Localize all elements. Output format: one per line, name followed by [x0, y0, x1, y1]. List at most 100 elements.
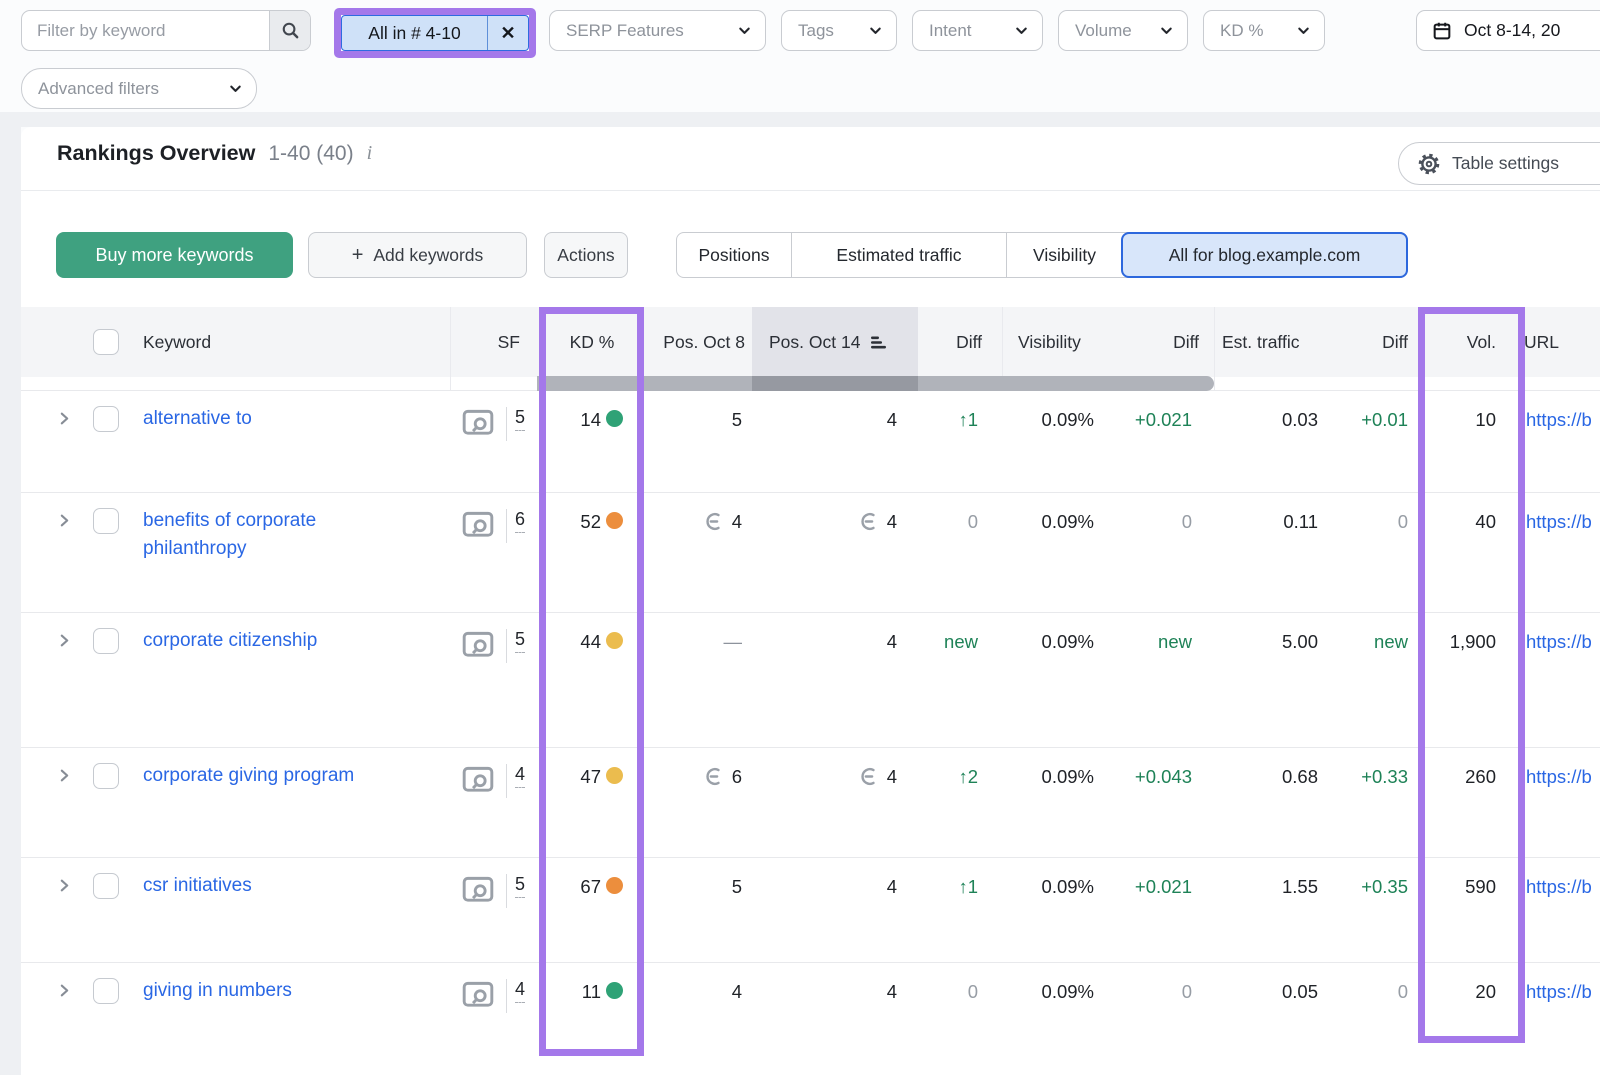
gear-icon	[1417, 152, 1441, 176]
expand-row-icon[interactable]	[57, 768, 72, 788]
keyword-link[interactable]: csr initiatives	[143, 872, 403, 900]
tab-visibility[interactable]: Visibility	[1006, 233, 1122, 277]
add-keywords-button[interactable]: + Add keywords	[308, 232, 527, 278]
col-sf[interactable]: SF	[456, 307, 520, 377]
pos-curr-value: 4	[737, 406, 897, 433]
expand-row-icon[interactable]	[57, 513, 72, 533]
volume-value: 590	[1396, 873, 1496, 900]
position-filter-label: All in # 4-10	[342, 16, 487, 50]
tab-positions[interactable]: Positions	[677, 233, 791, 277]
col-diff2[interactable]: Diff	[1099, 307, 1199, 377]
est-traffic-diff: 0	[1308, 508, 1408, 535]
kd-value: 11	[520, 978, 601, 1005]
col-diff1[interactable]: Diff	[902, 307, 982, 377]
chevron-down-icon	[1159, 23, 1174, 38]
select-all-checkbox[interactable]	[93, 329, 119, 355]
cell-divider	[506, 979, 507, 1013]
serp-preview-icon[interactable]	[460, 979, 496, 1016]
kd-difficulty-dot	[606, 632, 623, 649]
link-icon	[859, 766, 880, 787]
serp-preview-icon[interactable]	[460, 874, 496, 911]
row-checkbox[interactable]	[93, 873, 119, 899]
table-settings-button[interactable]: Table settings	[1398, 142, 1600, 185]
link-icon	[859, 511, 880, 532]
position-filter-chip[interactable]: All in # 4-10 ✕	[341, 15, 529, 51]
expand-row-icon[interactable]	[57, 983, 72, 1003]
keyword-link[interactable]: giving in numbers	[143, 977, 403, 1005]
tab-estimated-traffic[interactable]: Estimated traffic	[791, 233, 1006, 277]
url-link[interactable]: https://b	[1526, 873, 1600, 900]
kd-value: 52	[520, 508, 601, 535]
buy-more-keywords-button[interactable]: Buy more keywords	[56, 232, 293, 278]
visibility-value: 0.09%	[994, 508, 1094, 535]
pos-prev-value: —	[622, 628, 742, 655]
serp-preview-icon[interactable]	[460, 764, 496, 801]
est-traffic-value: 0.11	[1218, 508, 1318, 535]
url-link[interactable]: https://b	[1526, 508, 1600, 535]
url-link[interactable]: https://b	[1526, 763, 1600, 790]
col-volume[interactable]: Vol.	[1396, 307, 1496, 377]
remove-filter-button[interactable]: ✕	[488, 16, 528, 50]
kd-value: 67	[520, 873, 601, 900]
col-pos-curr[interactable]: Pos. Oct 14	[769, 307, 888, 377]
col-diff3[interactable]: Diff	[1308, 307, 1408, 377]
tab-all-for-domain[interactable]: All for blog.example.com	[1121, 232, 1408, 278]
keyword-link[interactable]: corporate citizenship	[143, 627, 403, 655]
kd-filter[interactable]: KD %	[1203, 10, 1325, 51]
actions-button[interactable]: Actions	[544, 232, 628, 278]
table-row: csr initiatives 5 67 5 4 ↑1 0.09% +0.021…	[21, 857, 1600, 962]
col-url[interactable]: URL	[1524, 307, 1559, 377]
date-range-picker[interactable]: Oct 8-14, 20	[1416, 10, 1600, 51]
advanced-filters[interactable]: Advanced filters	[21, 68, 257, 109]
date-range-label: Oct 8-14, 20	[1464, 20, 1560, 41]
page-title: Rankings Overview	[57, 141, 255, 166]
serp-features-filter[interactable]: SERP Features	[549, 10, 766, 51]
col-visibility[interactable]: Visibility	[1018, 307, 1081, 377]
table-row: corporate citizenship 5 44 — 4 new 0.09%…	[21, 612, 1600, 747]
serp-preview-icon[interactable]	[460, 407, 496, 444]
kd-difficulty-dot	[606, 410, 623, 427]
visibility-value: 0.09%	[994, 628, 1094, 655]
row-checkbox[interactable]	[93, 978, 119, 1004]
serp-preview-icon[interactable]	[460, 509, 496, 546]
est-traffic-diff: new	[1308, 628, 1408, 655]
pos-curr-value: 4	[737, 508, 897, 535]
search-button[interactable]	[269, 11, 310, 50]
est-traffic-diff: +0.35	[1308, 873, 1408, 900]
url-link[interactable]: https://b	[1526, 406, 1600, 433]
pos-curr-value: 4	[737, 873, 897, 900]
table-settings-label: Table settings	[1452, 153, 1559, 174]
col-est-traffic[interactable]: Est. traffic	[1222, 307, 1299, 377]
keyword-filter-input[interactable]	[22, 11, 268, 50]
row-checkbox[interactable]	[93, 763, 119, 789]
url-link[interactable]: https://b	[1526, 628, 1600, 655]
col-kd[interactable]: KD %	[552, 307, 632, 377]
table-row: giving in numbers 4 11 4 4 0 0.09% 0 0.0…	[21, 962, 1600, 1075]
tags-filter[interactable]: Tags	[781, 10, 897, 51]
pos-diff: ↑2	[898, 763, 978, 790]
keyword-link[interactable]: corporate giving program	[143, 762, 403, 790]
serp-preview-icon[interactable]	[460, 629, 496, 666]
expand-row-icon[interactable]	[57, 411, 72, 431]
est-traffic-value: 0.03	[1218, 406, 1318, 433]
page-background-gutter	[0, 112, 21, 1075]
cell-divider	[506, 407, 507, 441]
cell-divider	[506, 764, 507, 798]
row-checkbox[interactable]	[93, 406, 119, 432]
pos-prev-value: 5	[622, 406, 742, 433]
chevron-down-icon	[1296, 23, 1311, 38]
keyword-link[interactable]: benefits of corporate philanthropy	[143, 507, 403, 563]
keyword-link[interactable]: alternative to	[143, 405, 403, 433]
url-link[interactable]: https://b	[1526, 978, 1600, 1005]
cell-divider	[506, 509, 507, 543]
table-row: benefits of corporate philanthropy 6 52 …	[21, 492, 1600, 612]
expand-row-icon[interactable]	[57, 633, 72, 653]
row-checkbox[interactable]	[93, 628, 119, 654]
info-icon[interactable]: i	[367, 142, 373, 165]
volume-filter[interactable]: Volume	[1058, 10, 1188, 51]
col-pos-prev[interactable]: Pos. Oct 8	[625, 307, 745, 377]
expand-row-icon[interactable]	[57, 878, 72, 898]
col-keyword[interactable]: Keyword	[143, 307, 211, 377]
row-checkbox[interactable]	[93, 508, 119, 534]
intent-filter[interactable]: Intent	[912, 10, 1043, 51]
